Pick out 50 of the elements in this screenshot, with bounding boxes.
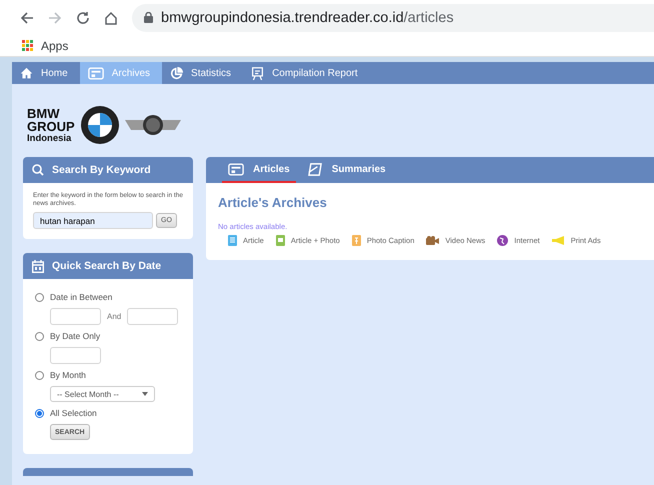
globe-icon (497, 235, 508, 246)
brand-subtitle: Indonesia (27, 132, 72, 144)
note-pencil-icon (308, 162, 323, 176)
radio-button[interactable] (35, 332, 44, 340)
panel-title-text: Quick Search By Date (52, 260, 162, 272)
nav-tab[interactable]: Home (12, 62, 80, 84)
start-date-field[interactable] (50, 308, 101, 325)
easel-icon (251, 66, 264, 80)
date-option[interactable]: Date in Between (35, 292, 183, 302)
home-icon[interactable] (104, 10, 118, 24)
month-select[interactable]: -- Select Month -- (50, 386, 155, 402)
joiner-label: And (107, 312, 122, 321)
address-bar[interactable]: bmwgroupindonesia.trendreader.co.id/articles (132, 4, 654, 32)
reload-icon[interactable] (76, 10, 90, 24)
back-icon[interactable] (20, 10, 34, 24)
date-field[interactable] (50, 347, 101, 364)
apps-grid-icon (22, 40, 33, 51)
calendar-icon (32, 260, 44, 272)
content-tab[interactable]: Summaries (302, 157, 392, 183)
photo-document-icon (276, 235, 285, 246)
radio-button[interactable] (35, 408, 44, 418)
video-camera-icon (426, 236, 440, 245)
brand-name: BMW (27, 106, 60, 120)
forward-icon[interactable] (48, 10, 62, 24)
search-icon (32, 164, 44, 176)
keyword-field[interactable]: hutan harapan (33, 212, 153, 229)
newspaper-icon (228, 162, 244, 176)
brand-name: GROUP (27, 120, 75, 132)
roundel-logo (80, 106, 119, 144)
radio-button[interactable] (35, 292, 44, 302)
caption-document-icon (352, 235, 361, 246)
content-tab[interactable]: Articles (222, 157, 296, 183)
winged-logo (124, 114, 181, 136)
home-icon (20, 66, 33, 80)
archive-title: Article's Archives (218, 195, 328, 210)
newspaper-icon (88, 66, 104, 80)
megaphone-icon (552, 236, 565, 245)
radio-button[interactable] (35, 370, 44, 380)
end-date-field[interactable] (127, 308, 178, 325)
document-icon (228, 235, 237, 246)
date-option[interactable]: By Date Only (35, 331, 183, 341)
pie-chart-icon (170, 66, 184, 80)
date-option[interactable]: By Month (35, 370, 183, 380)
date-option[interactable]: All Selection (35, 408, 183, 418)
nav-tab[interactable]: Statistics (162, 62, 244, 84)
nav-tab[interactable]: Compilation Report (243, 62, 370, 84)
caret-icon (142, 392, 148, 396)
panel-title-text: Search By Keyword (52, 164, 151, 176)
bookmark-link[interactable]: Apps (41, 38, 68, 52)
lock-icon (144, 12, 153, 23)
